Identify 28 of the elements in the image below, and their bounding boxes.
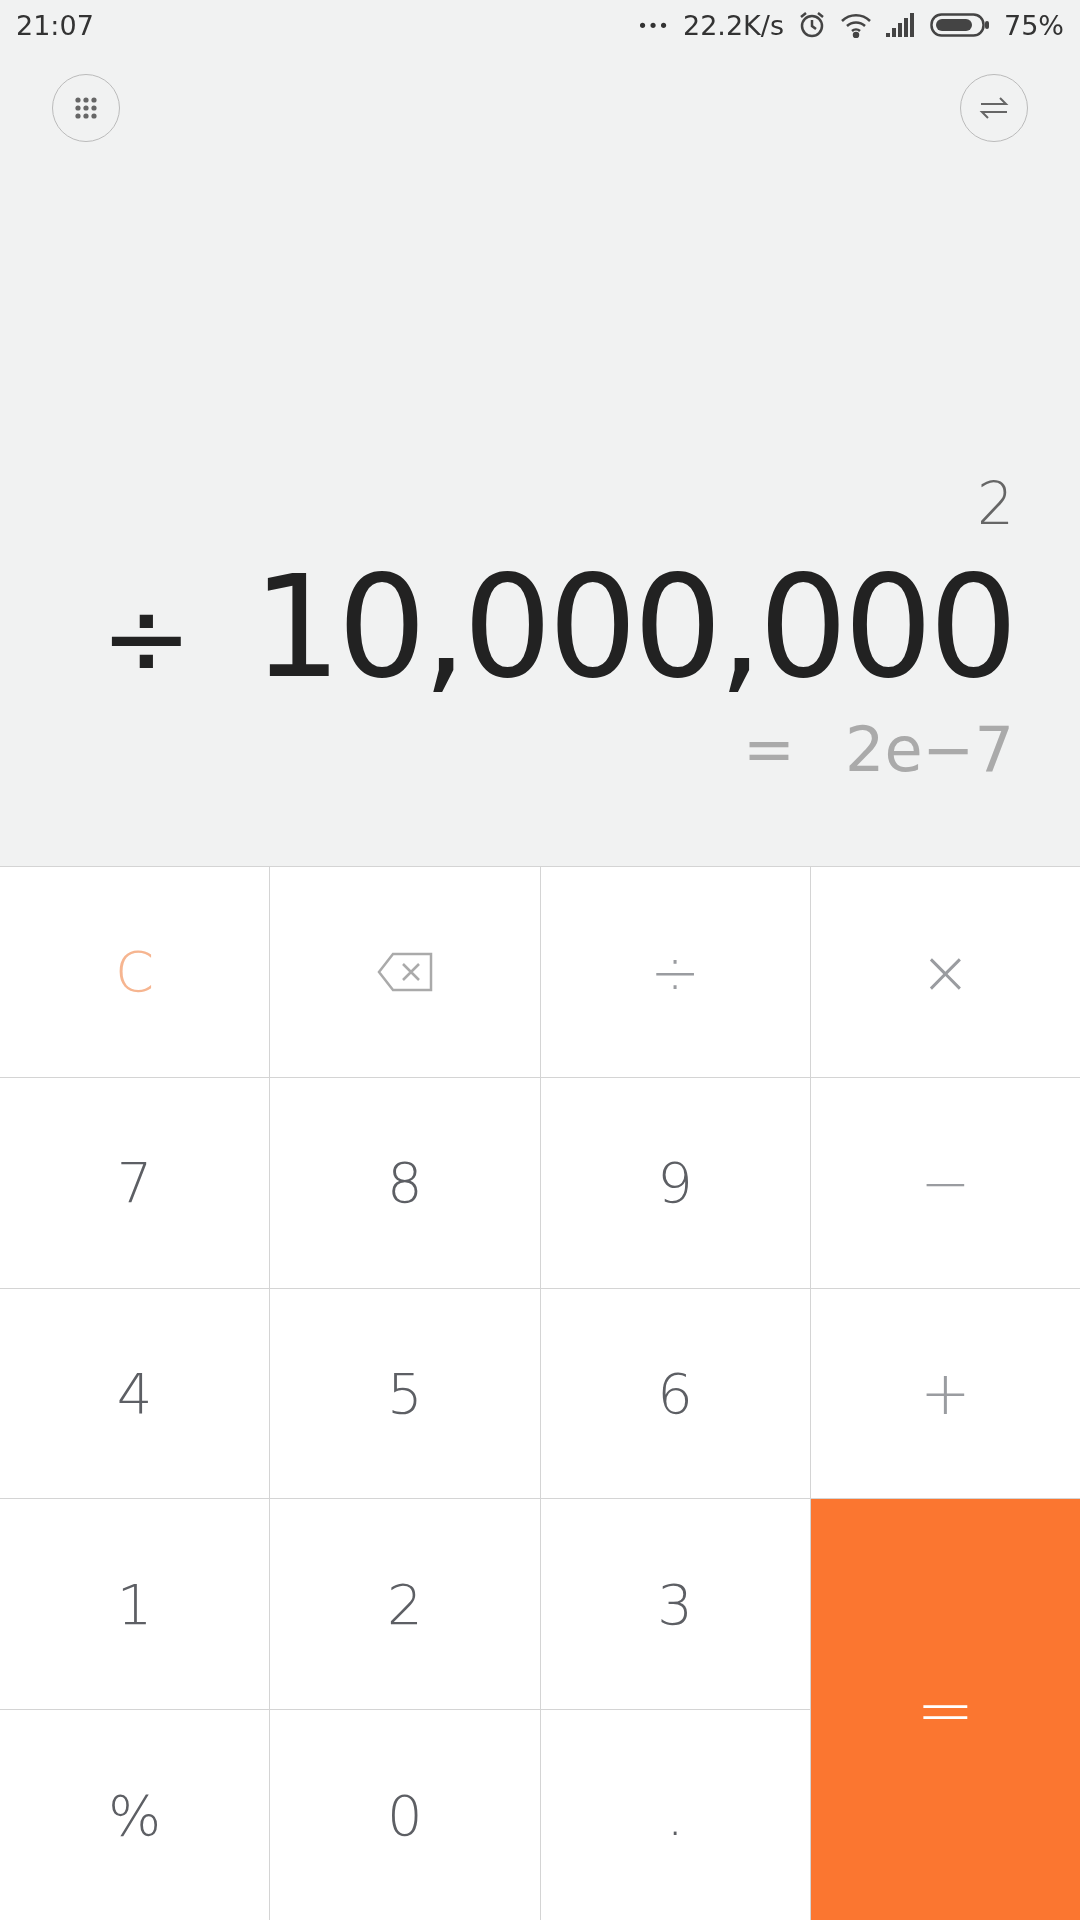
digit-key[interactable]: 0 xyxy=(270,1710,540,1920)
expression-value: 10,000,000 xyxy=(252,546,1014,709)
more-dots: ••• xyxy=(637,14,669,36)
result-value: 2e−7 xyxy=(845,713,1014,786)
battery-percent: 75% xyxy=(1004,9,1064,41)
backspace-icon xyxy=(376,951,433,992)
operator-symbol: ÷ xyxy=(100,574,193,702)
digit-key[interactable]: 4 xyxy=(0,1288,270,1499)
digit-key[interactable]: 2 xyxy=(270,1499,540,1710)
digit-key[interactable]: 6 xyxy=(540,1288,810,1499)
network-speed: 22.2K/s xyxy=(683,9,784,41)
digit-key[interactable]: 3 xyxy=(540,1499,810,1710)
previous-value: 2 xyxy=(977,470,1014,538)
digit-key[interactable]: 7 xyxy=(0,1077,270,1288)
wifi-icon xyxy=(840,12,872,38)
digit-key[interactable]: 1 xyxy=(0,1499,270,1710)
equals-sign: = xyxy=(743,713,795,786)
digit-key[interactable]: 8 xyxy=(270,1077,540,1288)
grid-menu-icon xyxy=(74,96,98,120)
digit-key[interactable]: 9 xyxy=(540,1077,810,1288)
digit-key[interactable]: % xyxy=(0,1710,270,1920)
digit-key[interactable]: . xyxy=(540,1710,810,1920)
clock-time: 21:07 xyxy=(16,9,94,41)
swap-arrows-icon xyxy=(979,96,1009,120)
alarm-clock-icon xyxy=(798,11,826,39)
signal-icon xyxy=(886,13,916,37)
digit-key[interactable]: 5 xyxy=(270,1288,540,1499)
battery-icon xyxy=(930,13,990,37)
